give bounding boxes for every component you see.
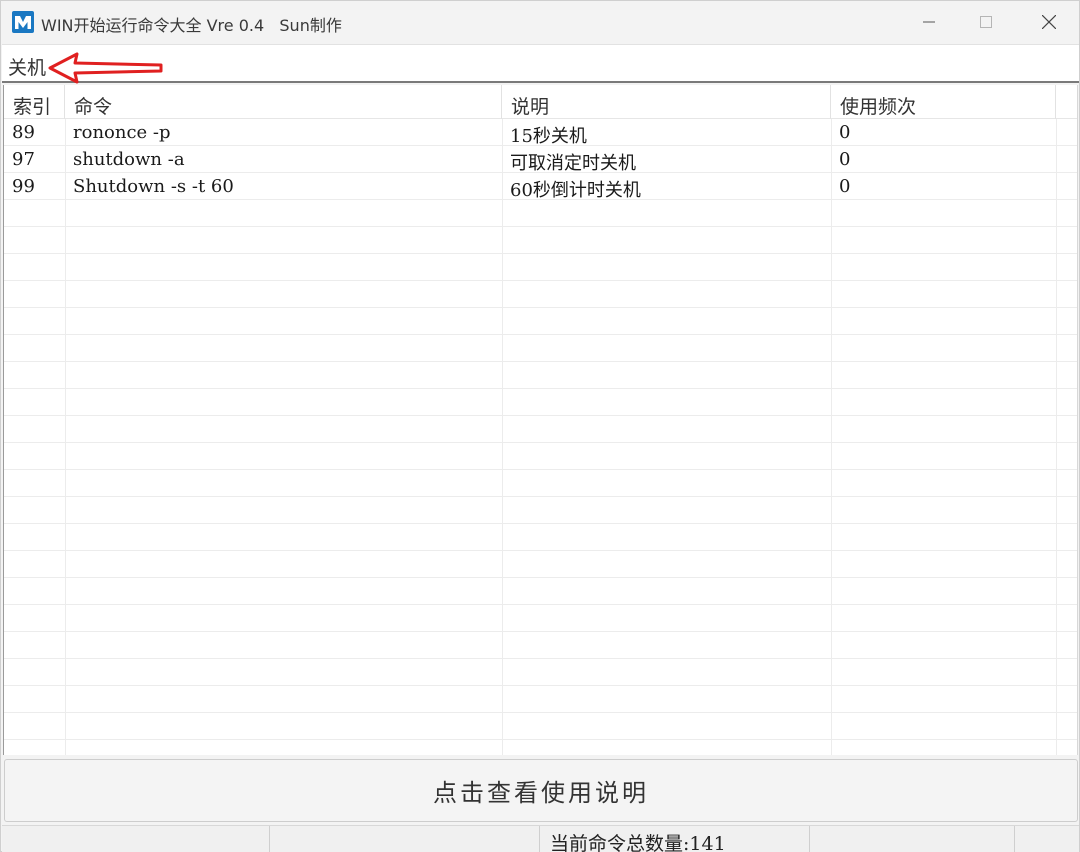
empty-row	[4, 632, 1077, 659]
window-title: WIN开始运行命令大全 Vre 0.4 Sun制作	[41, 16, 342, 35]
cell-frequency: 0	[839, 149, 851, 170]
empty-row	[4, 254, 1077, 281]
cell-command: shutdown -a	[73, 149, 185, 170]
empty-row	[4, 686, 1077, 713]
app-m-logo-icon	[12, 11, 34, 33]
title-bar[interactable]: WIN开始运行命令大全 Vre 0.4 Sun制作	[1, 1, 1079, 43]
empty-row	[4, 281, 1077, 308]
table-row[interactable]: 99 Shutdown -s -t 60 60秒倒计时关机 0	[4, 173, 1077, 201]
maximize-icon	[980, 16, 992, 28]
maximize-button[interactable]	[956, 1, 1016, 43]
empty-row	[4, 335, 1077, 362]
empty-row	[4, 551, 1077, 578]
column-header-index[interactable]: 索引	[4, 85, 65, 119]
empty-row	[4, 524, 1077, 551]
cell-index: 97	[12, 149, 35, 170]
column-header-frequency[interactable]: 使用频次	[831, 85, 1056, 119]
empty-row	[4, 740, 1077, 755]
cell-command: Shutdown -s -t 60	[73, 176, 234, 197]
empty-row	[4, 200, 1077, 227]
table-header: 索引 命令 说明 使用频次	[4, 85, 1077, 119]
column-header-description[interactable]: 说明	[502, 85, 831, 119]
empty-row	[4, 308, 1077, 335]
cell-description: 60秒倒计时关机	[510, 180, 641, 201]
table-row[interactable]: 97 shutdown -a 可取消定时关机 0	[4, 146, 1077, 174]
cell-frequency: 0	[839, 176, 851, 197]
empty-row	[4, 443, 1077, 470]
empty-row	[4, 497, 1077, 524]
cell-frequency: 0	[839, 122, 851, 143]
cell-description: 15秒关机	[510, 126, 587, 147]
cell-index: 99	[12, 176, 35, 197]
app-window: WIN开始运行命令大全 Vre 0.4 Sun制作 关机 索引 命令 说明 使用…	[0, 0, 1080, 852]
empty-row	[4, 362, 1077, 389]
status-bar: 当前命令总数量:141	[2, 825, 1079, 852]
minimize-button[interactable]	[899, 1, 959, 43]
empty-row	[4, 659, 1077, 686]
red-arrow-icon	[48, 52, 163, 84]
column-header-command[interactable]: 命令	[65, 85, 502, 119]
empty-row	[4, 713, 1077, 740]
status-pane	[2, 826, 270, 852]
empty-row	[4, 227, 1077, 254]
command-count: 当前命令总数量:141	[550, 833, 726, 852]
empty-row	[4, 470, 1077, 497]
table-row[interactable]: 89 rononce -p 15秒关机 0	[4, 119, 1077, 147]
help-button[interactable]: 点击查看使用说明	[4, 759, 1078, 822]
cell-description: 可取消定时关机	[510, 153, 636, 174]
minimize-icon	[923, 21, 935, 23]
empty-row	[4, 389, 1077, 416]
status-pane	[270, 826, 540, 852]
cell-command: rononce -p	[73, 122, 171, 143]
empty-row	[4, 605, 1077, 632]
search-value: 关机	[8, 57, 47, 79]
empty-row	[4, 578, 1077, 605]
status-pane	[810, 826, 1015, 852]
close-button[interactable]	[1019, 1, 1079, 43]
command-table[interactable]: 索引 命令 说明 使用频次 89 rononce -p 15秒关机 0 97 shutdo…	[3, 85, 1078, 755]
cell-index: 89	[12, 122, 35, 143]
close-icon	[1042, 15, 1056, 29]
empty-row	[4, 416, 1077, 443]
